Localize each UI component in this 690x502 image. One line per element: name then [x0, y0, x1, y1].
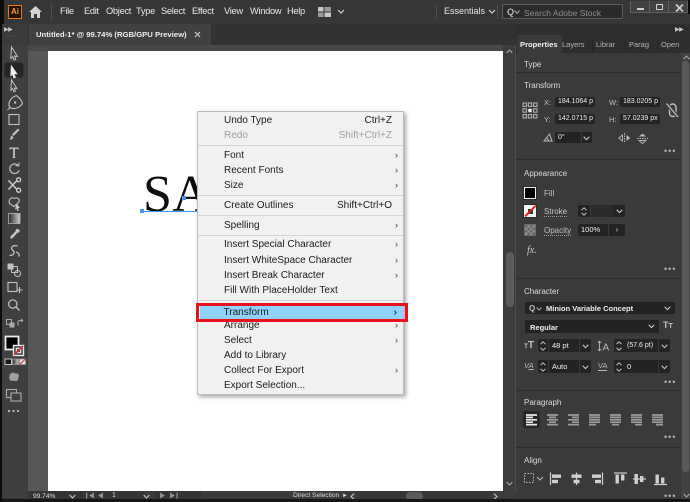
- svg-text:A: A: [603, 343, 610, 353]
